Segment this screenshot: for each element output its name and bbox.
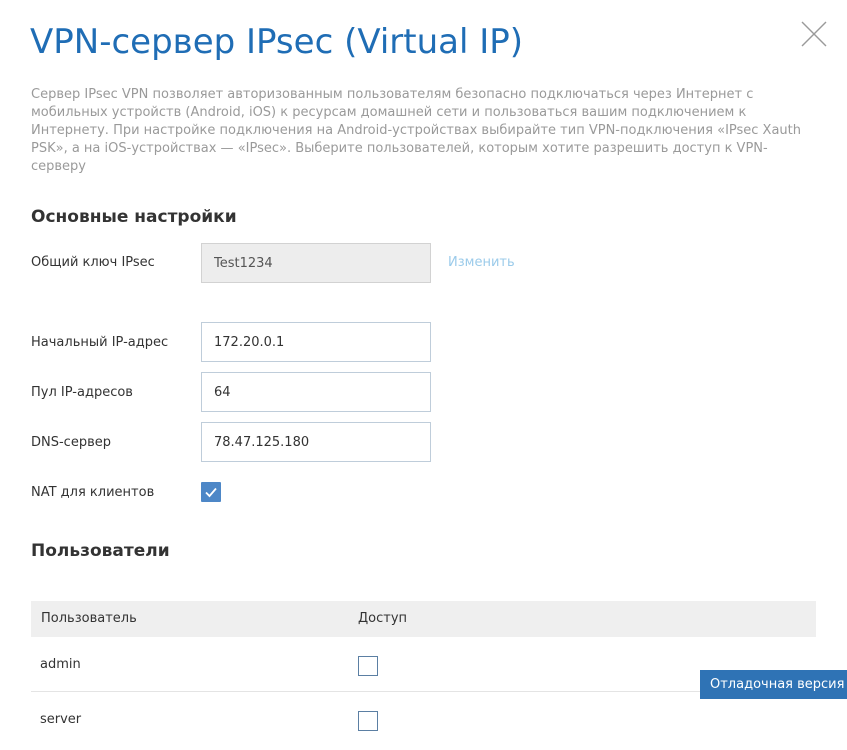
- column-access: Доступ: [358, 611, 408, 626]
- users-table-header: Пользователь Доступ: [31, 601, 816, 637]
- start-ip-label: Начальный IP-адрес: [31, 335, 169, 350]
- dns-server-label: DNS-сервер: [31, 435, 111, 450]
- ip-pool-label: Пул IP-адресов: [31, 385, 133, 400]
- close-icon: [801, 21, 827, 47]
- column-user: Пользователь: [41, 611, 137, 626]
- table-row: admin: [31, 637, 816, 692]
- psk-label: Общий ключ IPsec: [31, 255, 155, 270]
- access-checkbox-server[interactable]: [358, 711, 378, 731]
- vpn-ipsec-dialog: VPN-сервер IPsec (Virtual IP) Сервер IPs…: [0, 0, 847, 750]
- table-row: server: [31, 692, 816, 747]
- dialog-title: VPN-сервер IPsec (Virtual IP): [30, 22, 524, 62]
- close-button[interactable]: [800, 20, 828, 48]
- basic-settings-title: Основные настройки: [31, 207, 237, 227]
- ip-pool-field[interactable]: [201, 372, 431, 412]
- users-title: Пользователи: [31, 541, 170, 561]
- change-psk-link[interactable]: Изменить: [448, 255, 515, 270]
- checkmark-icon: [205, 487, 217, 498]
- nat-label: NAT для клиентов: [31, 485, 155, 500]
- nat-checkbox[interactable]: [201, 482, 221, 502]
- dns-server-field[interactable]: [201, 422, 431, 462]
- debug-version-badge[interactable]: Отладочная версия: [700, 670, 847, 699]
- user-name: server: [40, 712, 82, 727]
- start-ip-field[interactable]: [201, 322, 431, 362]
- user-name: admin: [40, 657, 81, 672]
- psk-field[interactable]: [201, 243, 431, 283]
- dialog-description: Сервер IPsec VPN позволяет авторизованны…: [31, 87, 802, 174]
- users-table: Пользователь Доступ admin server: [31, 601, 816, 747]
- access-checkbox-admin[interactable]: [358, 656, 378, 676]
